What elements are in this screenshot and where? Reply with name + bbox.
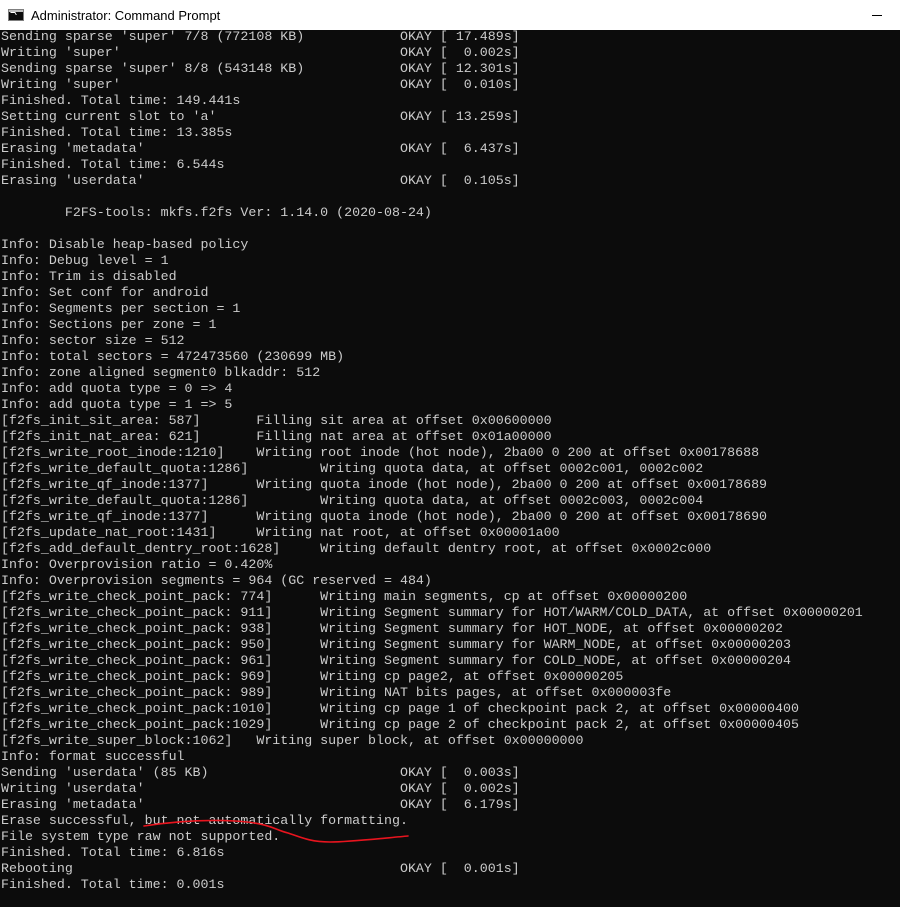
cmd-icon [8, 9, 24, 21]
console-line: Info: total sectors = 472473560 (230699 … [1, 349, 345, 364]
console-line: [f2fs_write_qf_inode:1377] Writing quota… [1, 509, 768, 524]
console-line: [f2fs_init_nat_area: 621] Filling nat ar… [1, 429, 552, 444]
console-line: [f2fs_write_qf_inode:1377] Writing quota… [1, 477, 768, 492]
console-line: [f2fs_write_check_point_pack:1029] Writi… [1, 717, 799, 732]
console-line: Erasing 'metadata' OKAY [ 6.437s] [1, 141, 520, 156]
console-line: [f2fs_write_check_point_pack: 911] Writi… [1, 605, 863, 620]
console-output[interactable]: Sending sparse 'super' 7/8 (772108 KB) O… [0, 30, 900, 907]
console-line: [f2fs_write_check_point_pack: 774] Writi… [1, 589, 688, 604]
console-line: File system type raw not supported. [1, 829, 281, 844]
console-line: Info: Disable heap-based policy [1, 237, 249, 252]
console-line: [f2fs_write_root_inode:1210] Writing roo… [1, 445, 760, 460]
window-title: Administrator: Command Prompt [31, 7, 221, 23]
console-line: Info: Debug level = 1 [1, 253, 169, 268]
title-bar[interactable]: Administrator: Command Prompt [0, 0, 900, 31]
console-line: Info: Set conf for android [1, 285, 209, 300]
console-line: [f2fs_write_default_quota:1286] Writing … [1, 461, 704, 476]
console-line: [f2fs_write_super_block:1062] Writing su… [1, 733, 584, 748]
console-line: Info: format successful [1, 749, 185, 764]
console-line: Info: Trim is disabled [1, 269, 177, 284]
minimize-icon [872, 14, 882, 16]
console-line: [f2fs_write_check_point_pack: 961] Writi… [1, 653, 791, 668]
console-line: [f2fs_write_check_point_pack: 989] Writi… [1, 685, 672, 700]
console-line: Rebooting OKAY [ 0.001s] [1, 861, 520, 876]
console-line: Sending 'userdata' (85 KB) OKAY [ 0.003s… [1, 765, 520, 780]
console-line: [f2fs_write_check_point_pack: 938] Writi… [1, 621, 783, 636]
console-line: Info: Sections per zone = 1 [1, 317, 217, 332]
console-line: Info: Overprovision segments = 964 (GC r… [1, 573, 432, 588]
console-line: [f2fs_update_nat_root:1431] Writing nat … [1, 525, 560, 540]
console-line: Sending sparse 'super' 8/8 (543148 KB) O… [1, 61, 520, 76]
console-line: Info: add quota type = 1 => 5 [1, 397, 233, 412]
console-line: [f2fs_write_default_quota:1286] Writing … [1, 493, 704, 508]
console-line: Finished. Total time: 149.441s [1, 93, 241, 108]
console-line: Info: sector size = 512 [1, 333, 185, 348]
console-line: Writing 'super' OKAY [ 0.002s] [1, 45, 520, 60]
console-line: Setting current slot to 'a' OKAY [ 13.25… [1, 109, 520, 124]
console-line: Finished. Total time: 0.001s [1, 877, 225, 892]
console-line: Sending sparse 'super' 7/8 (772108 KB) O… [1, 30, 520, 44]
console-line: Finished. Total time: 13.385s [1, 125, 233, 140]
console-line: Finished. Total time: 6.544s [1, 157, 225, 172]
console-line: Info: Overprovision ratio = 0.420% [1, 557, 273, 572]
console-line: Info: zone aligned segment0 blkaddr: 512 [1, 365, 321, 380]
console-line: Writing 'userdata' OKAY [ 0.002s] [1, 781, 520, 796]
console-line: Info: add quota type = 0 => 4 [1, 381, 233, 396]
console-line: Writing 'super' OKAY [ 0.010s] [1, 77, 520, 92]
console-line: [f2fs_init_sit_area: 587] Filling sit ar… [1, 413, 552, 428]
console-line: [f2fs_write_check_point_pack:1010] Writi… [1, 701, 799, 716]
console-line: Erase successful, but not automatically … [1, 813, 408, 828]
minimize-button[interactable] [854, 0, 900, 30]
console-line: Erasing 'metadata' OKAY [ 6.179s] [1, 797, 520, 812]
console-line: [f2fs_write_check_point_pack: 969] Writi… [1, 669, 624, 684]
console-line: Erasing 'userdata' OKAY [ 0.105s] [1, 173, 520, 188]
console-line: Info: Segments per section = 1 [1, 301, 241, 316]
console-lines: Sending sparse 'super' 7/8 (772108 KB) O… [0, 30, 863, 893]
console-line: [f2fs_write_check_point_pack: 950] Writi… [1, 637, 791, 652]
console-line: F2FS-tools: mkfs.f2fs Ver: 1.14.0 (2020-… [1, 205, 432, 220]
console-line: [f2fs_add_default_dentry_root:1628] Writ… [1, 541, 712, 556]
console-line: Finished. Total time: 6.816s [1, 845, 225, 860]
